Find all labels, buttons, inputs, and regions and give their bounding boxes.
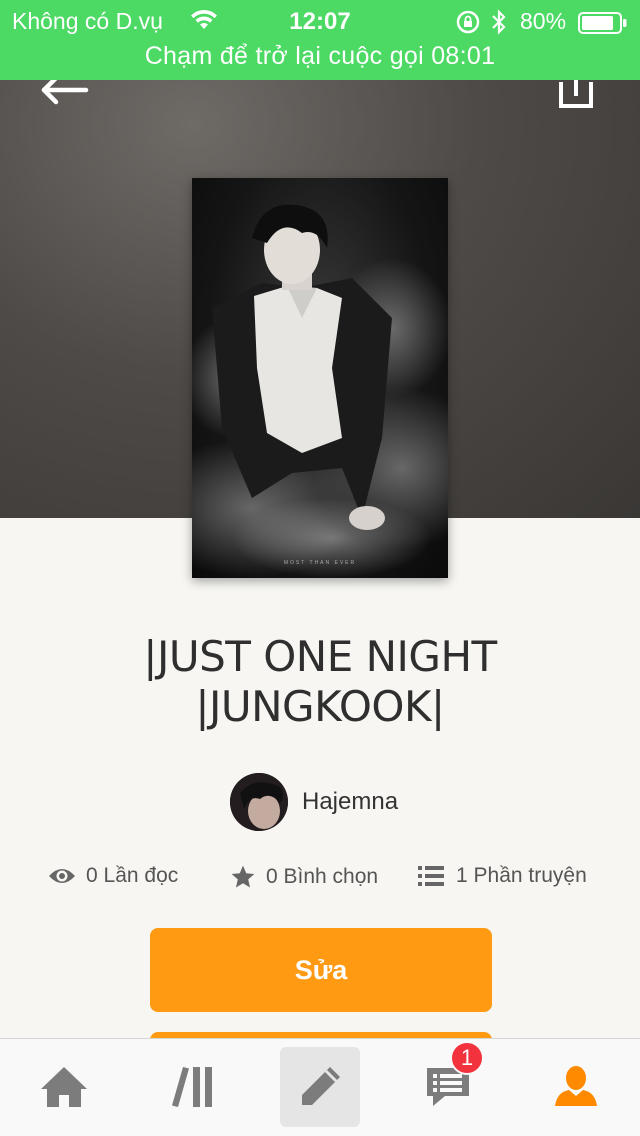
profile-icon (555, 1066, 597, 1106)
tab-write[interactable] (280, 1047, 360, 1127)
story-stats: 0 Lần đọc 0 Bình chọn 1 Phần truyện (48, 864, 628, 898)
status-row: Không có D.vụ 12:07 80% (0, 6, 640, 36)
tab-home[interactable] (24, 1047, 104, 1127)
reads-stat: 0 Lần đọc (48, 864, 178, 888)
votes-stat: 0 Bình chọn (230, 864, 378, 890)
cover-caption: MOST THAN EVER (284, 560, 356, 566)
avatar-image (230, 773, 288, 831)
list-icon (418, 866, 444, 886)
author-name[interactable]: Hajemna (302, 788, 398, 816)
notification-badge: 1 (450, 1041, 484, 1075)
author-avatar[interactable] (230, 773, 288, 831)
parts-stat: 1 Phần truyện (418, 864, 587, 888)
back-arrow-icon[interactable] (40, 78, 90, 108)
battery-percent: 80% (520, 8, 567, 34)
edit-button[interactable]: Sửa (150, 928, 492, 1012)
author-link[interactable]: Hajemna (230, 772, 398, 832)
return-to-call-banner[interactable]: Chạm để trở lại cuộc gọi 08:01 (0, 42, 640, 71)
home-icon (41, 1067, 87, 1107)
eye-icon (49, 869, 75, 883)
parts-count: 1 Phần truyện (456, 864, 587, 887)
star-icon (231, 865, 255, 888)
status-bar[interactable]: Không có D.vụ 12:07 80% Chạm để trở lại … (0, 0, 640, 80)
story-cover-image[interactable]: MOST THAN EVER (192, 178, 448, 578)
story-title: |JUST ONE NIGHT |JUNGKOOK| (143, 632, 497, 731)
tab-library[interactable] (152, 1047, 232, 1127)
rotation-lock-icon (456, 10, 480, 34)
reads-count: 0 Lần đọc (86, 864, 179, 887)
battery-icon (578, 12, 627, 34)
tab-messages[interactable]: 1 (408, 1041, 488, 1127)
tab-profile[interactable] (536, 1047, 616, 1127)
cover-artwork: MOST THAN EVER (192, 204, 448, 578)
bottom-tab-bar: 1 (0, 1038, 640, 1136)
bluetooth-icon (492, 9, 506, 35)
pencil-icon (302, 1067, 340, 1105)
library-icon (172, 1067, 212, 1107)
votes-count: 0 Bình chọn (266, 865, 379, 888)
